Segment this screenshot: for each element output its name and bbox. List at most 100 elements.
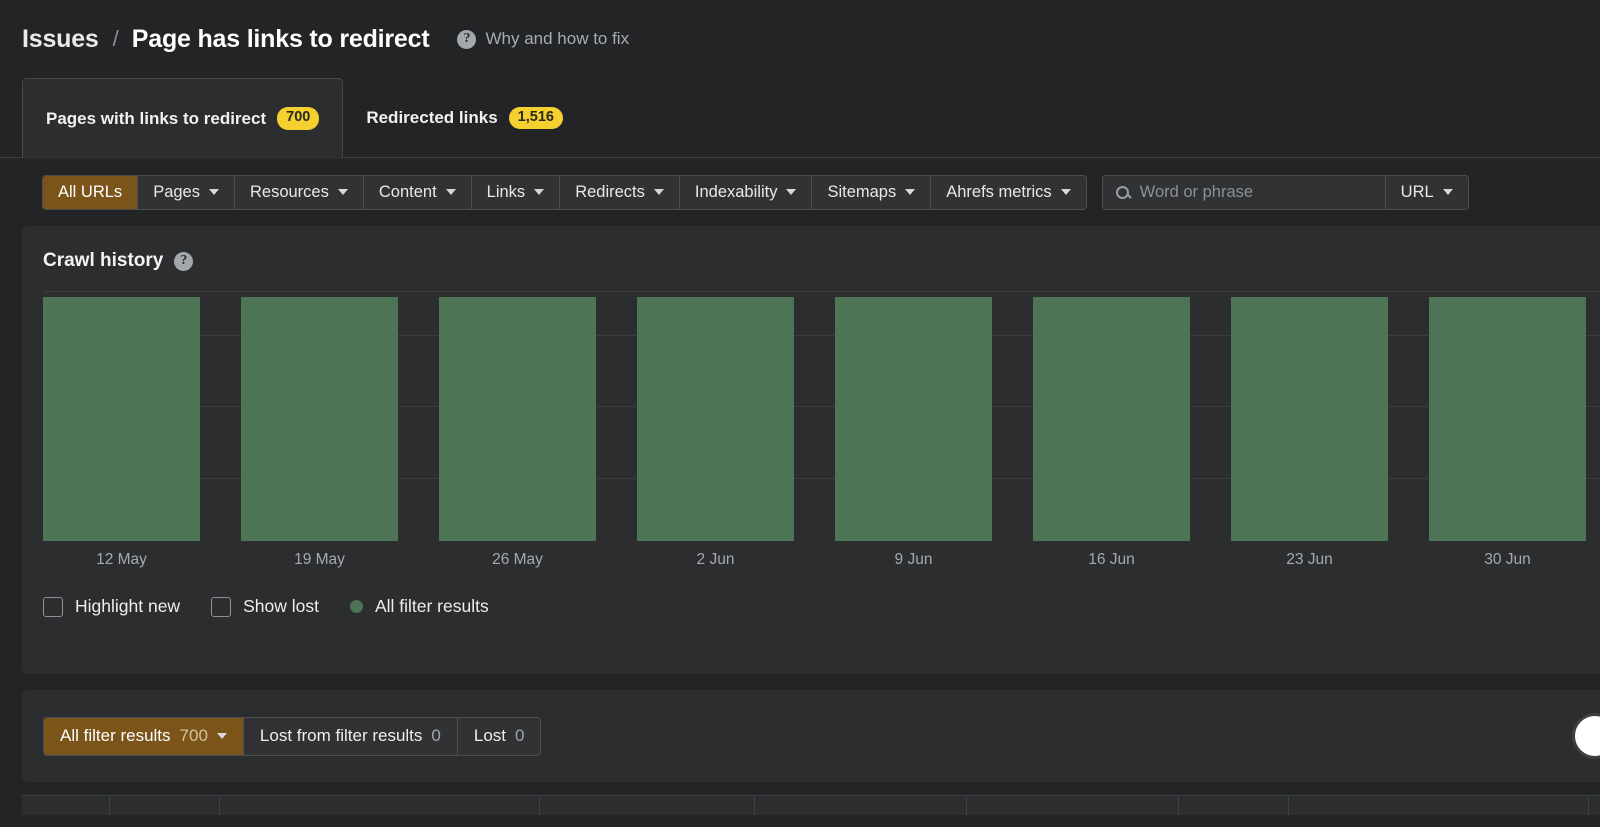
results-label: Lost — [473, 726, 507, 745]
chevron-down-icon — [1442, 189, 1453, 195]
tab-redirected-links[interactable]: Redirected links 1,516 — [343, 78, 586, 158]
legend-all-filter-results[interactable]: All filter results — [349, 596, 489, 617]
chart-bar-slot[interactable] — [241, 292, 439, 541]
results-segment-group: All filter results 700 Lost from filter … — [43, 716, 542, 756]
legend-label: Highlight new — [75, 596, 181, 616]
page-title: Page has links to redirect — [131, 24, 430, 53]
results-label: All filter results — [60, 726, 171, 745]
axis-tick: 26 May — [492, 551, 543, 568]
chevron-down-icon — [534, 189, 545, 195]
chevron-down-icon — [1060, 189, 1071, 195]
chevron-down-icon — [786, 189, 797, 195]
results-all-filter-results[interactable]: All filter results 700 — [44, 717, 244, 755]
tab-label: Redirected links — [366, 108, 498, 127]
filter-toolbar: All URLs Pages Resources Content Links R… — [0, 158, 1600, 226]
filter-label: Redirects — [575, 182, 645, 201]
axis-tick: 30 Jun — [1484, 551, 1531, 568]
results-lost[interactable]: Lost 0 — [457, 717, 541, 755]
filter-segment-group: All URLs Pages Resources Content Links R… — [42, 174, 1087, 210]
table-column-divider — [1289, 796, 1589, 815]
crawl-history-chart — [43, 291, 1600, 541]
tab-count-badge: 700 — [277, 107, 320, 130]
chart-legend: Highlight new Show lost All filter resul… — [22, 596, 1600, 617]
question-mark-icon: ? — [457, 29, 477, 49]
breadcrumb-bar: Issues / Page has links to redirect ? Wh… — [0, 0, 1600, 78]
checkbox[interactable] — [211, 596, 232, 617]
chart-bar-slot[interactable] — [835, 292, 1033, 541]
filter-all-urls[interactable]: All URLs — [43, 175, 139, 209]
filter-label: All URLs — [58, 182, 123, 201]
search-box[interactable] — [1102, 175, 1386, 209]
legend-highlight-new[interactable]: Highlight new — [43, 596, 180, 617]
filter-resources[interactable]: Resources — [234, 175, 364, 209]
legend-show-lost[interactable]: Show lost — [211, 596, 319, 617]
chevron-down-icon — [208, 189, 219, 195]
search-input[interactable] — [1139, 182, 1372, 202]
chart-bar-slot[interactable] — [637, 292, 835, 541]
table-column-divider — [755, 796, 967, 815]
filter-label: Ahrefs metrics — [946, 182, 1052, 201]
table-column-divider — [220, 796, 540, 815]
filter-content[interactable]: Content — [363, 175, 472, 209]
tab-count-badge: 1,516 — [508, 106, 563, 130]
legend-label: Show lost — [243, 596, 319, 616]
chart-bar-slot[interactable] — [43, 292, 241, 541]
crawl-history-header: Crawl history ? — [22, 250, 1600, 291]
filter-ahrefs-metrics[interactable]: Ahrefs metrics — [931, 175, 1086, 209]
question-mark-icon[interactable]: ? — [174, 251, 194, 271]
chart-x-axis: 12 May 19 May 26 May 2 Jun 9 Jun 16 Jun … — [43, 541, 1600, 579]
search-icon — [1115, 185, 1129, 199]
tab-label: Pages with links to redirect — [46, 108, 267, 128]
filter-label: Links — [486, 182, 526, 201]
results-lost-from-filter-results[interactable]: Lost from filter results 0 — [243, 717, 458, 755]
table-column-divider — [1179, 796, 1289, 815]
filter-sitemaps[interactable]: Sitemaps — [812, 175, 932, 209]
filter-redirects[interactable]: Redirects — [560, 175, 680, 209]
chevron-down-icon — [653, 189, 664, 195]
filter-links[interactable]: Links — [471, 175, 561, 209]
axis-tick: 23 Jun — [1286, 551, 1333, 568]
help-fab-button[interactable] — [1572, 713, 1600, 759]
results-count: 0 — [431, 726, 441, 745]
breadcrumb-separator: / — [112, 26, 119, 51]
legend-label: All filter results — [374, 596, 489, 616]
filter-label: Content — [378, 182, 437, 201]
filter-label: Resources — [249, 182, 329, 201]
results-count: 700 — [179, 726, 208, 745]
filter-label: Indexability — [694, 182, 778, 201]
results-count: 0 — [515, 726, 525, 745]
table-column-divider — [540, 796, 755, 815]
axis-tick: 16 Jun — [1088, 551, 1135, 568]
search-scope-label: URL — [1400, 182, 1434, 201]
chart-bar-slot[interactable] — [1033, 292, 1231, 541]
results-filter-bar: All filter results 700 Lost from filter … — [22, 690, 1600, 782]
chevron-down-icon — [337, 189, 348, 195]
breadcrumb-root-link[interactable]: Issues — [22, 25, 99, 54]
crawl-history-panel: Crawl history ? 12 May 19 May 26 May 2 J… — [22, 226, 1600, 674]
chart-bar-slot[interactable] — [1231, 292, 1429, 541]
why-and-how-to-fix-link[interactable]: ? Why and how to fix — [457, 29, 629, 49]
tab-pages-with-links-to-redirect[interactable]: Pages with links to redirect 700 — [22, 78, 344, 159]
chart-bar-slot[interactable] — [439, 292, 637, 541]
axis-tick: 12 May — [96, 551, 147, 568]
search-scope-selector[interactable]: URL — [1385, 175, 1468, 209]
chart-bar-slot[interactable] — [1429, 292, 1600, 541]
checkbox[interactable] — [43, 596, 63, 617]
filter-label: Pages — [153, 182, 200, 201]
axis-tick: 19 May — [294, 551, 345, 568]
filter-pages[interactable]: Pages — [138, 175, 235, 209]
table-column-divider — [967, 796, 1179, 815]
chart-bars — [43, 292, 1600, 541]
results-table-header — [22, 795, 1600, 815]
axis-tick: 2 Jun — [696, 551, 735, 568]
chevron-down-icon — [905, 189, 916, 195]
crawl-history-title: Crawl history — [43, 250, 164, 271]
why-link-label: Why and how to fix — [485, 29, 630, 48]
results-label: Lost from filter results — [259, 726, 423, 745]
axis-tick: 9 Jun — [894, 551, 933, 568]
table-column-divider — [22, 796, 110, 815]
filter-indexability[interactable]: Indexability — [679, 175, 813, 209]
table-column-divider — [110, 796, 220, 815]
search-group: URL — [1101, 174, 1469, 210]
chevron-down-icon — [216, 733, 227, 739]
